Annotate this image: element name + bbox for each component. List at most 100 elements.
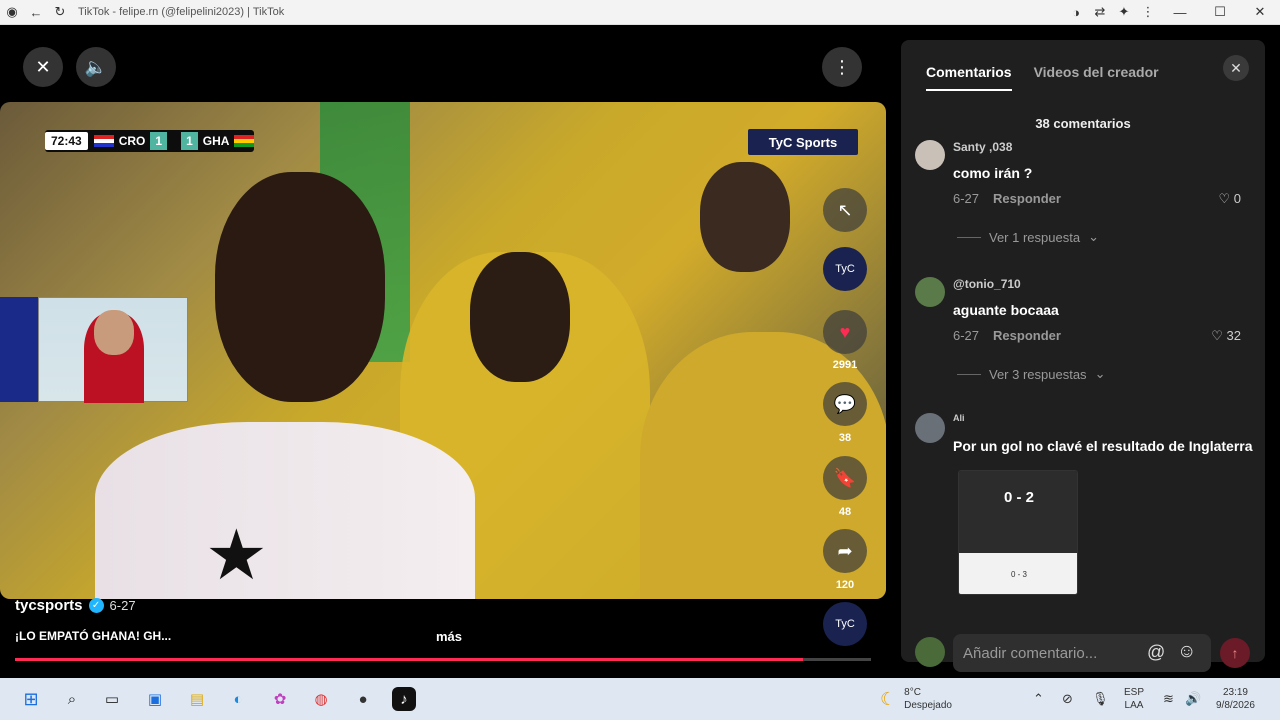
comment-bubble-icon: 💬 [833, 393, 857, 414]
crowd-shape [700, 162, 790, 272]
close-window-button[interactable]: ✕ [1240, 4, 1280, 20]
share-count: 120 [835, 579, 855, 591]
comment-meta: 6-27 Responder [953, 328, 1061, 343]
avatar [915, 637, 945, 667]
divider-line [957, 373, 981, 375]
language-indicator[interactable]: ESP LAA [1124, 678, 1144, 720]
comment-like-button[interactable]: ♡ 0 [1218, 191, 1241, 207]
star-icon: ★ [205, 516, 268, 594]
wifi-icon[interactable]: ≋ [1163, 678, 1174, 720]
divider-line [957, 236, 981, 238]
tray-overflow-icon[interactable]: ⌃ [1033, 678, 1044, 720]
view-replies-button[interactable]: Ver 3 respuestas ⌄ [957, 366, 1105, 382]
comment-button[interactable]: 💬 [823, 382, 867, 426]
chevron-down-icon: ⌄ [1094, 366, 1106, 381]
reply-button[interactable]: Responder [993, 191, 1061, 206]
creator-avatar[interactable]: TyC [823, 247, 867, 291]
like-count: 2991 [832, 359, 858, 371]
avatar[interactable] [915, 413, 945, 443]
browser-titlebar: ◉ ← ↻ TikTok - felipe.rn (@felipelini202… [0, 0, 1280, 25]
share-arrow-icon: ➦ [837, 540, 853, 561]
save-button[interactable]: 🔖 [823, 456, 867, 500]
match-time: 72:43 [45, 132, 88, 150]
edge-icon[interactable]: ◐ [226, 687, 250, 711]
clock-time: 23:19 [1222, 687, 1248, 698]
post-comment-button[interactable]: ↑ [1220, 638, 1250, 668]
arrow-up-icon: ↑ [1231, 645, 1239, 661]
webcam-background [0, 297, 38, 402]
microphone-icon[interactable]: 🎙 [1092, 678, 1109, 720]
copilot-icon[interactable]: ✿ [268, 687, 292, 711]
comments-count: 38 comentarios [1035, 116, 1131, 131]
weather-desc: Despejado [904, 700, 952, 711]
tab-creator-videos[interactable]: Videos del creador [1034, 64, 1159, 91]
comment-image-attachment[interactable]: 0 - 2 0 - 3 [958, 470, 1078, 595]
tab-comments[interactable]: Comentarios [926, 64, 1012, 91]
weather-widget[interactable]: ☾ 8°C Despejado [880, 678, 952, 720]
view-replies-label: Ver 3 respuestas [989, 366, 1087, 382]
video-caption: ¡LO EMPATÓ GHANA! GH... [15, 629, 172, 643]
maximize-button[interactable]: ☐ [1200, 4, 1240, 20]
attachment-score: 0 - 2 [1003, 489, 1034, 506]
panel-tabs: Comentarios Videos del creador [926, 64, 1159, 91]
task-view-icon[interactable]: ▭ [100, 687, 124, 711]
moon-weather-icon: ☾ [880, 688, 897, 709]
clock[interactable]: 23:19 9/8/2026 [1216, 678, 1255, 720]
comments-panel: Comentarios Videos del creador ✕ 38 come… [901, 40, 1265, 672]
author-username[interactable]: tycsports [15, 597, 83, 614]
extensions-icon[interactable]: ✦ [1112, 0, 1136, 25]
search-icon[interactable]: ⌕ [60, 687, 84, 711]
translate-icon[interactable]: ⇄ [1088, 0, 1112, 25]
start-windows-icon[interactable]: ⊞ [19, 687, 43, 711]
chrome-icon[interactable]: ◍ [309, 687, 333, 711]
close-video-button[interactable]: ✕ [23, 47, 63, 87]
volume-icon[interactable]: 🔊 [1185, 678, 1201, 720]
volume-button[interactable]: 🔈 [76, 47, 116, 87]
croatia-flag-icon [93, 135, 114, 147]
lang-sub: LAA [1124, 700, 1144, 711]
save-count: 48 [838, 506, 852, 518]
video-progress-fill [15, 658, 803, 661]
view-replies-button[interactable]: Ver 1 respuesta ⌄ [957, 229, 1099, 245]
close-icon: ✕ [35, 56, 51, 77]
ghana-flag-icon [234, 135, 255, 147]
incognito-icon[interactable]: ◑ [1064, 0, 1088, 25]
menu-kebab-icon[interactable]: ⋮ [1136, 0, 1160, 25]
mention-icon[interactable]: @ [1147, 642, 1165, 663]
video-progress-bar[interactable] [15, 658, 871, 661]
away-team: GHA [202, 134, 230, 148]
browser-title: TikTok - felipe.rn (@felipelini2023) | T… [78, 6, 285, 18]
comment-username[interactable]: @tonio_710 [953, 277, 1021, 291]
store-icon[interactable]: ▣ [143, 687, 167, 711]
minimize-button[interactable]: — [1160, 5, 1200, 20]
close-icon: ✕ [1230, 59, 1242, 76]
file-explorer-icon[interactable]: ▤ [185, 687, 209, 711]
bookmark-icon: 🔖 [833, 467, 857, 488]
avatar[interactable] [915, 277, 945, 307]
lang-code: ESP [1124, 687, 1145, 698]
emoji-icon[interactable]: ☺ [1177, 641, 1196, 663]
comment-username[interactable]: Santy ,038 [953, 140, 1012, 154]
comment-input[interactable] [953, 634, 1211, 672]
reload-icon[interactable]: ↻ [48, 0, 72, 25]
scoreboard: 72:43 CRO 1 1 GHA [45, 130, 255, 152]
avatar[interactable] [915, 140, 945, 170]
comment-text: Por un gol no clavé el resultado de Ingl… [953, 438, 1253, 454]
more-options-button[interactable]: ⋮ [822, 47, 862, 87]
back-icon[interactable]: ← [24, 0, 48, 25]
like-button[interactable]: ♥ [823, 310, 867, 354]
channel-logo: TyC Sports [748, 129, 858, 155]
caption-more-link[interactable]: más [436, 629, 462, 644]
video-author[interactable]: tycsports ✓ 6-27 [15, 597, 136, 614]
comment-like-button[interactable]: ♡ 32 [1211, 328, 1241, 344]
network-off-icon[interactable]: ⊘ [1062, 678, 1073, 720]
comment-like-count: 0 [1233, 191, 1241, 206]
tiktok-app-icon[interactable]: ♪ [392, 687, 416, 711]
share-button[interactable]: ➦ [823, 529, 867, 573]
comment-username[interactable]: Ali [953, 413, 965, 423]
close-panel-button[interactable]: ✕ [1223, 55, 1249, 81]
music-disc-avatar[interactable]: TyC [823, 602, 867, 646]
game-app-icon[interactable]: ● [351, 687, 375, 711]
reply-button[interactable]: Responder [993, 328, 1061, 343]
home-team: CRO [118, 134, 146, 148]
